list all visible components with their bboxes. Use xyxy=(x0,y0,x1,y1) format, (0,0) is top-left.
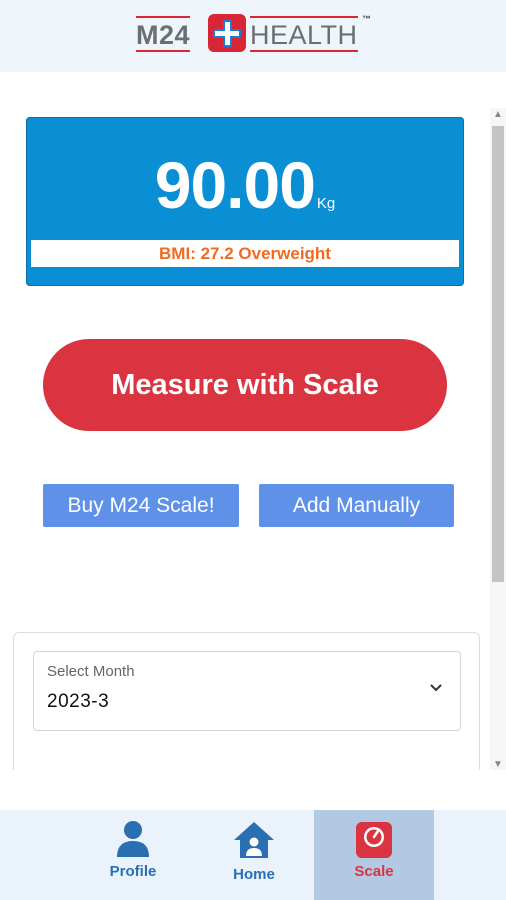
scrollbar-thumb[interactable] xyxy=(492,126,504,582)
scale-icon xyxy=(356,822,392,858)
app-header: M24 HEALTH ™ xyxy=(0,0,506,72)
nav-label-scale: Scale xyxy=(354,863,394,880)
nav-item-profile[interactable]: Profile xyxy=(92,810,174,900)
trademark-mark: ™ xyxy=(362,14,371,24)
nav-item-home[interactable]: Home xyxy=(212,810,296,900)
nav-item-scale[interactable]: Scale xyxy=(314,810,434,900)
bmi-status-bar: BMI: 27.2 Overweight xyxy=(31,240,459,267)
page-scrollbar[interactable]: ▲ ▼ xyxy=(490,108,506,772)
content-spacer xyxy=(0,770,506,810)
add-manually-button[interactable]: Add Manually xyxy=(259,484,454,527)
chevron-down-icon xyxy=(430,684,442,692)
measure-with-scale-button[interactable]: Measure with Scale xyxy=(43,339,447,431)
logo-text-m24: M24 xyxy=(136,16,191,52)
m24-health-logo: M24 HEALTH ™ xyxy=(134,14,374,54)
weight-value: 90.00 xyxy=(154,148,316,222)
month-select-value: 2023-3 xyxy=(47,691,110,712)
history-card: Select Month 2023-3 xyxy=(13,632,480,783)
weight-display-card: 90.00 Kg BMI: 27.2 Overweight xyxy=(26,117,464,286)
logo-text-health: HEALTH xyxy=(250,16,358,52)
scroll-down-arrow-icon[interactable]: ▼ xyxy=(493,760,503,770)
home-icon xyxy=(234,822,274,858)
person-icon xyxy=(117,821,149,857)
scroll-up-arrow-icon[interactable]: ▲ xyxy=(493,110,503,120)
buy-scale-button[interactable]: Buy M24 Scale! xyxy=(43,484,239,527)
weight-unit: Kg xyxy=(316,195,336,212)
medical-cross-icon xyxy=(208,14,246,52)
month-select-label: Select Month xyxy=(47,663,135,680)
nav-label-profile: Profile xyxy=(109,863,157,880)
month-select[interactable]: Select Month 2023-3 xyxy=(33,651,461,731)
nav-label-home: Home xyxy=(233,866,275,883)
weight-value-display: 90.00 Kg xyxy=(26,147,464,223)
bottom-navigation: Profile Home Scale xyxy=(0,810,506,900)
